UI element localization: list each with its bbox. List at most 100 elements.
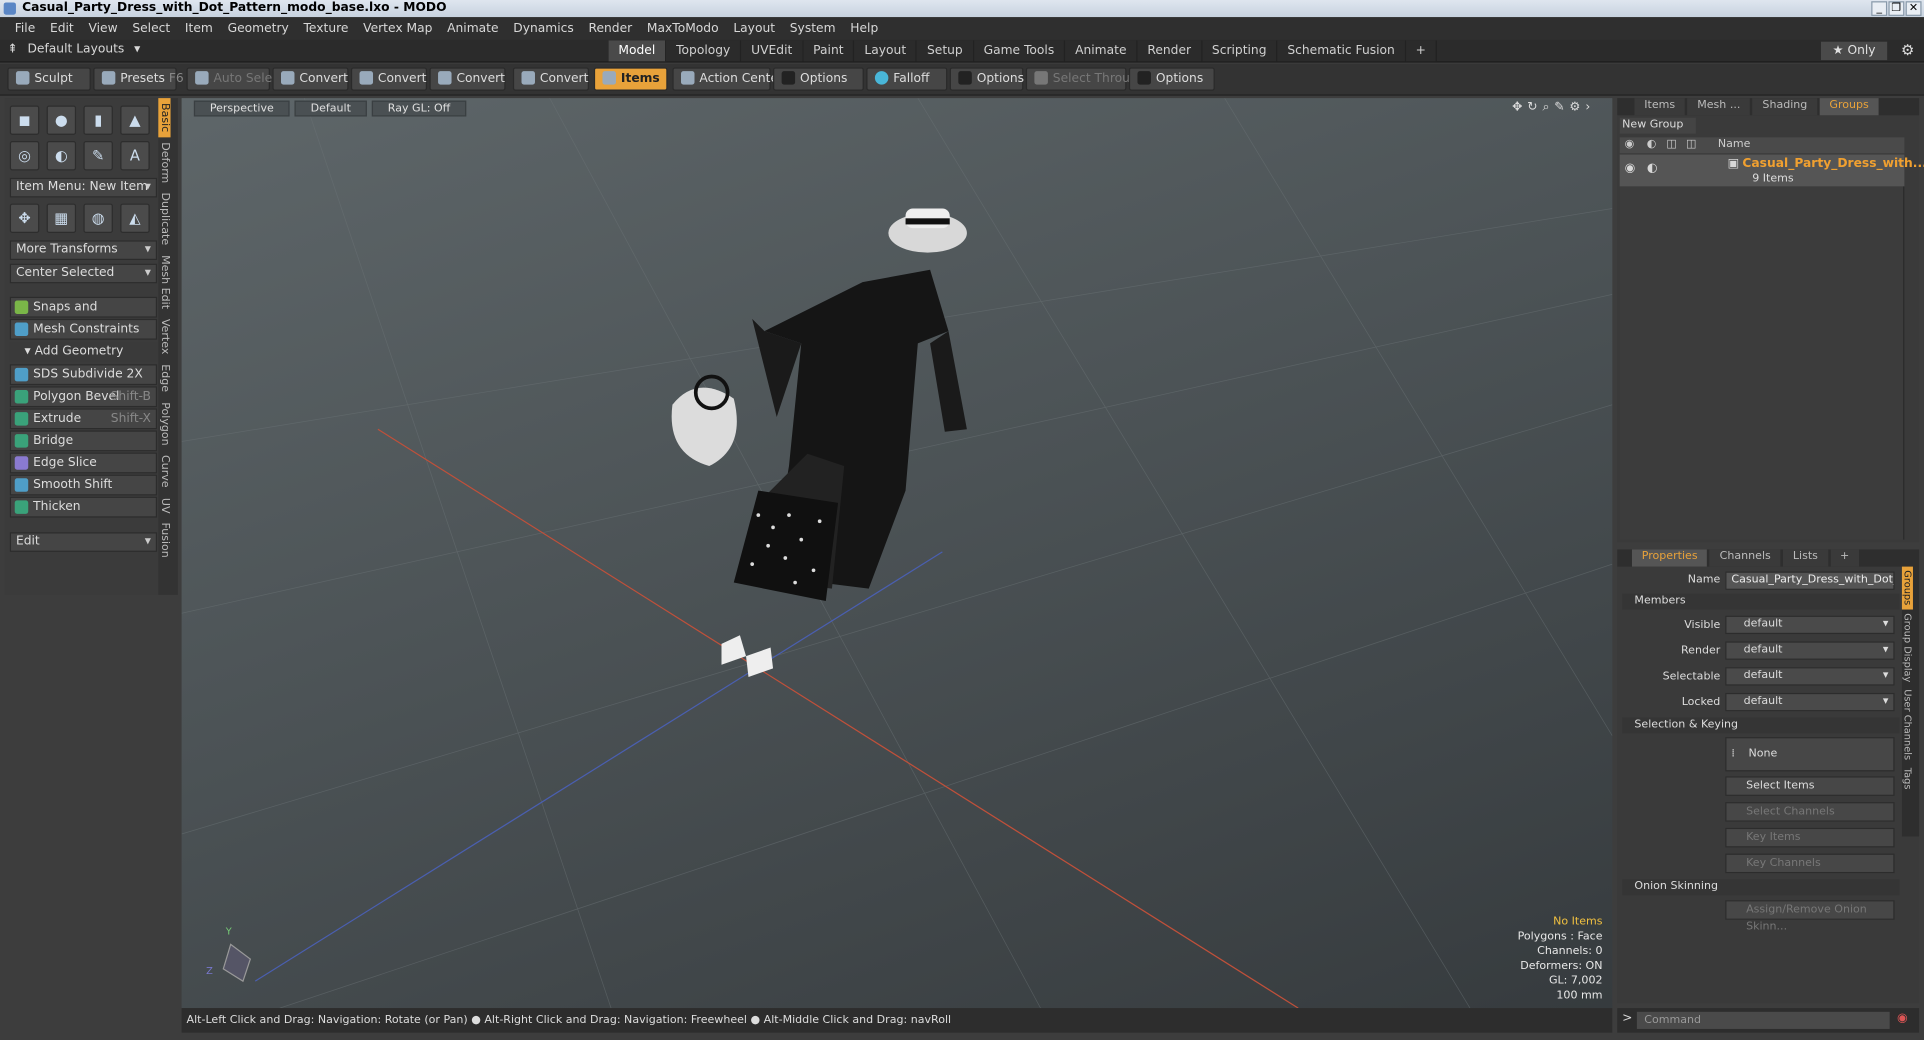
falloff-options-button[interactable]: Options (949, 67, 1024, 91)
sculpt-button[interactable]: Sculpt (7, 67, 91, 91)
mesh-icon[interactable]: ◭ (120, 203, 150, 234)
tab-scripting[interactable]: Scripting (1202, 40, 1278, 62)
side-tab-mesh-edit[interactable]: Mesh Edit (158, 250, 170, 314)
select-through-options-button[interactable]: Options (1128, 67, 1215, 91)
add-tab-button[interactable]: + (1405, 40, 1438, 62)
tab-mesh[interactable]: Mesh ... (1687, 98, 1751, 116)
edge-slice-button[interactable]: Edge Slice (9, 452, 158, 474)
menu-geometry[interactable]: Geometry (220, 21, 296, 34)
edit-dropdown[interactable]: Edit (9, 532, 158, 552)
menu-file[interactable]: File (7, 21, 42, 34)
menu-dynamics[interactable]: Dynamics (506, 21, 581, 34)
tab-layout[interactable]: Layout (854, 40, 918, 62)
menu-edit[interactable]: Edit (43, 21, 81, 34)
key-items-button[interactable]: Key Items (1725, 827, 1895, 848)
tab-paint[interactable]: Paint (803, 40, 855, 62)
side-tab-curve[interactable]: Curve (158, 450, 170, 492)
selectable-dropdown[interactable]: default (1725, 667, 1895, 686)
add-geometry-section[interactable]: ▾ Add Geometry (9, 342, 158, 362)
tab-channels[interactable]: Channels (1709, 549, 1781, 567)
tab-animate[interactable]: Animate (1065, 40, 1138, 62)
visible-dropdown[interactable]: default (1725, 615, 1895, 635)
pen-icon[interactable]: ✎ (83, 141, 113, 171)
name-field[interactable]: Casual_Party_Dress_with_Dot_P (1725, 571, 1895, 590)
auto-select-button[interactable]: Auto Select (186, 67, 284, 91)
render-icon[interactable]: ◐ (1647, 162, 1658, 175)
side-tab-group-display[interactable]: Group Display (1902, 609, 1913, 686)
cube-icon[interactable]: ◼ (9, 105, 40, 135)
lock-icon[interactable]: ◫ (1666, 137, 1676, 153)
side-tab-duplicate[interactable]: Duplicate (158, 188, 170, 250)
torus-icon[interactable]: ◎ (9, 141, 40, 171)
side-tab-tags[interactable]: Tags (1902, 764, 1913, 793)
side-tab-uv[interactable]: UV (158, 493, 170, 518)
side-tab-deform[interactable]: Deform (158, 137, 170, 188)
side-tab-groups[interactable]: Groups (1901, 566, 1913, 609)
viewport-nav-icons[interactable]: ✥↻⌕✎⚙› (1512, 101, 1595, 114)
side-tab-fusion[interactable]: Fusion (158, 518, 170, 563)
side-tab-vertex[interactable]: Vertex (158, 314, 170, 359)
menu-help[interactable]: Help (843, 21, 886, 34)
sphere-icon[interactable]: ● (46, 105, 77, 135)
action-center-options-button[interactable]: Options (773, 67, 864, 91)
menu-vertex-map[interactable]: Vertex Map (356, 21, 440, 34)
menu-render[interactable]: Render (581, 21, 639, 34)
menu-animate[interactable]: Animate (440, 21, 506, 34)
menu-system[interactable]: System (782, 21, 842, 34)
raygl-toggle[interactable]: Ray GL: Off (371, 99, 467, 116)
text-icon[interactable]: A (120, 141, 150, 171)
convert-button-polygon[interactable]: Convert (429, 67, 506, 91)
members-section[interactable]: Members (1622, 593, 1900, 610)
eye-icon[interactable]: ◉ (1625, 162, 1636, 175)
group-row[interactable]: ◉ ◐ ▣ Casual_Party_Dress_with... 9 Items (1619, 154, 1924, 187)
tab-topology[interactable]: Topology (666, 40, 742, 62)
side-tab-user-channels[interactable]: User Channels (1902, 685, 1913, 763)
close-button[interactable]: ✕ (1905, 1, 1922, 16)
menu-view[interactable]: View (81, 21, 125, 34)
render-dropdown[interactable]: default (1725, 641, 1895, 660)
center-selected-dropdown[interactable]: Center Selected (9, 263, 158, 284)
menu-maxtomodo[interactable]: MaxToModo (640, 21, 726, 34)
menu-layout[interactable]: Layout (726, 21, 782, 34)
action-center-button[interactable]: Action Center (672, 67, 783, 91)
smooth-shift-button[interactable]: Smooth Shift (9, 474, 158, 496)
menu-select[interactable]: Select (125, 21, 178, 34)
tab-schematic-fusion[interactable]: Schematic Fusion (1277, 40, 1406, 62)
cylinder-icon[interactable]: ▮ (83, 105, 113, 135)
side-tab-polygon[interactable]: Polygon (158, 397, 170, 450)
tab-game-tools[interactable]: Game Tools (973, 40, 1066, 62)
select-through-button[interactable]: Select Through (1025, 67, 1145, 91)
assign-onion-button[interactable]: Assign/Remove Onion Skinn... (1725, 900, 1895, 933)
select-items-button[interactable]: Select Items (1725, 776, 1895, 796)
view-perspective-dropdown[interactable]: Perspective (193, 99, 290, 116)
gear-icon[interactable]: ⚙ (1901, 42, 1914, 59)
bridge-button[interactable]: Bridge (9, 430, 158, 452)
snaps-button[interactable]: Snaps and Precision (9, 296, 158, 332)
select-icon[interactable]: ◫ (1686, 137, 1696, 153)
selection-set-none[interactable]: ⁞ None (1725, 737, 1895, 772)
extrude-button[interactable]: Extrude Shift-X (9, 408, 158, 430)
layout-expand-icon[interactable]: ⇞ (7, 43, 17, 56)
tab-model[interactable]: Model (608, 40, 667, 62)
more-transforms-dropdown[interactable]: More Transforms (9, 240, 158, 260)
view-shading-dropdown[interactable]: Default (294, 99, 367, 116)
grid-icon[interactable]: ▦ (46, 203, 77, 234)
select-channels-button[interactable]: Select Channels (1725, 802, 1895, 822)
side-tab-edge[interactable]: Edge (158, 359, 170, 397)
locked-dropdown[interactable]: default (1725, 692, 1895, 712)
render-icon[interactable]: ◐ (1647, 137, 1657, 153)
tab-shading[interactable]: Shading (1752, 98, 1818, 116)
onion-skinning-section[interactable]: Onion Skinning (1622, 879, 1900, 896)
minimize-button[interactable]: _ (1871, 1, 1888, 16)
tab-lists[interactable]: Lists (1783, 549, 1828, 567)
globe-icon[interactable]: ◍ (83, 203, 113, 234)
transform-icon[interactable]: ✥ (9, 203, 40, 234)
record-icon[interactable]: ◉ (1897, 1012, 1908, 1025)
add-tab-button[interactable]: + (1830, 549, 1860, 567)
menu-texture[interactable]: Texture (296, 21, 356, 34)
maximize-button[interactable]: ❐ (1888, 1, 1905, 16)
new-group-button[interactable]: New Group (1619, 117, 1696, 134)
eye-icon[interactable]: ◉ (1625, 137, 1635, 153)
cone-icon[interactable]: ▲ (120, 105, 150, 135)
key-channels-button[interactable]: Key Channels (1725, 853, 1895, 874)
